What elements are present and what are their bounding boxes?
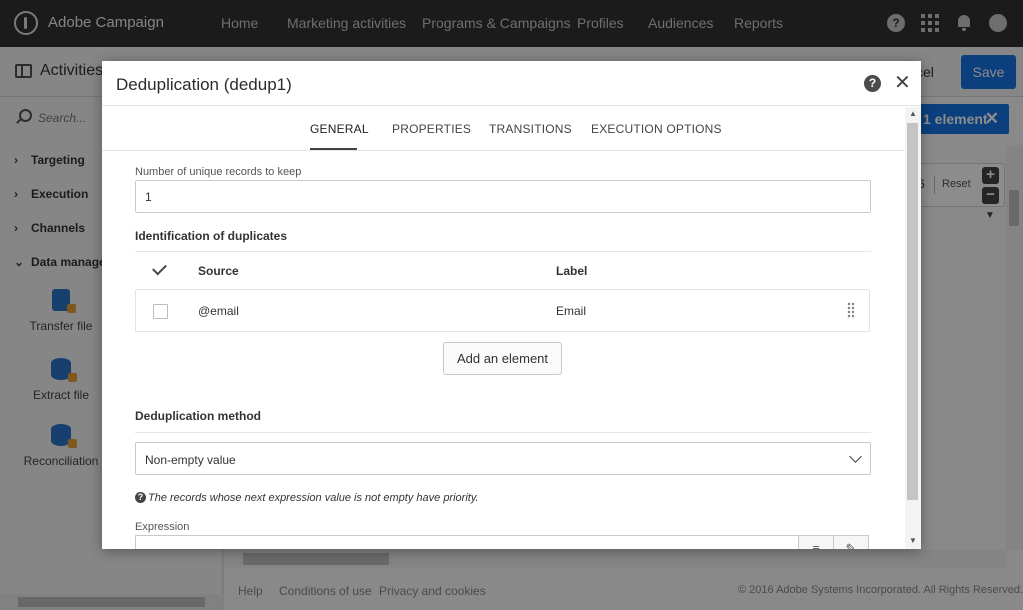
deduplication-dialog: Deduplication (dedup1) ? ✕ GENERAL PROPE… xyxy=(102,61,921,549)
column-header-source: Source xyxy=(198,264,239,278)
scroll-up-icon[interactable]: ▲ xyxy=(909,109,917,118)
section-divider xyxy=(135,432,871,433)
scroll-down-icon[interactable]: ▼ xyxy=(909,536,917,545)
identification-section-title: Identification of duplicates xyxy=(135,229,288,243)
tab-properties[interactable]: PROPERTIES xyxy=(392,122,471,136)
column-header-label: Label xyxy=(556,264,588,278)
add-element-button[interactable]: Add an element xyxy=(443,342,562,375)
dialog-title: Deduplication (dedup1) xyxy=(116,75,292,94)
help-icon[interactable]: ? xyxy=(864,75,881,92)
header-divider xyxy=(102,105,921,106)
selected-method: Non-empty value xyxy=(145,453,236,467)
tab-execution-options[interactable]: EXECUTION OPTIONS xyxy=(591,122,722,136)
expression-edit-icon[interactable]: ✎ xyxy=(833,535,869,549)
expression-menu-icon[interactable]: ≡ xyxy=(798,535,834,549)
duplicates-table-header: Source Label xyxy=(135,253,871,289)
method-section-title: Deduplication method xyxy=(135,409,261,423)
expression-input[interactable] xyxy=(135,535,799,549)
select-all-check-icon[interactable] xyxy=(152,260,167,276)
info-icon: ? xyxy=(135,492,146,503)
section-divider xyxy=(135,251,871,252)
tab-general[interactable]: GENERAL xyxy=(310,122,369,136)
tabs-divider xyxy=(102,150,905,151)
expression-label: Expression xyxy=(135,521,190,533)
tab-transitions[interactable]: TRANSITIONS xyxy=(489,122,572,136)
dialog-scroll-thumb[interactable] xyxy=(907,123,918,500)
row-checkbox[interactable] xyxy=(153,304,168,319)
chevron-down-icon xyxy=(849,450,862,463)
close-icon[interactable]: ✕ xyxy=(894,70,911,95)
unique-records-input[interactable] xyxy=(135,180,871,213)
method-info-text: The records whose next expression value … xyxy=(148,492,479,504)
deduplication-method-select[interactable]: Non-empty value xyxy=(135,442,871,475)
table-row[interactable]: @email Email xyxy=(135,289,870,332)
row-label: Email xyxy=(556,304,587,318)
unique-records-label: Number of unique records to keep xyxy=(135,166,302,178)
drag-handle-icon[interactable] xyxy=(847,302,855,319)
row-source: @email xyxy=(198,304,239,318)
